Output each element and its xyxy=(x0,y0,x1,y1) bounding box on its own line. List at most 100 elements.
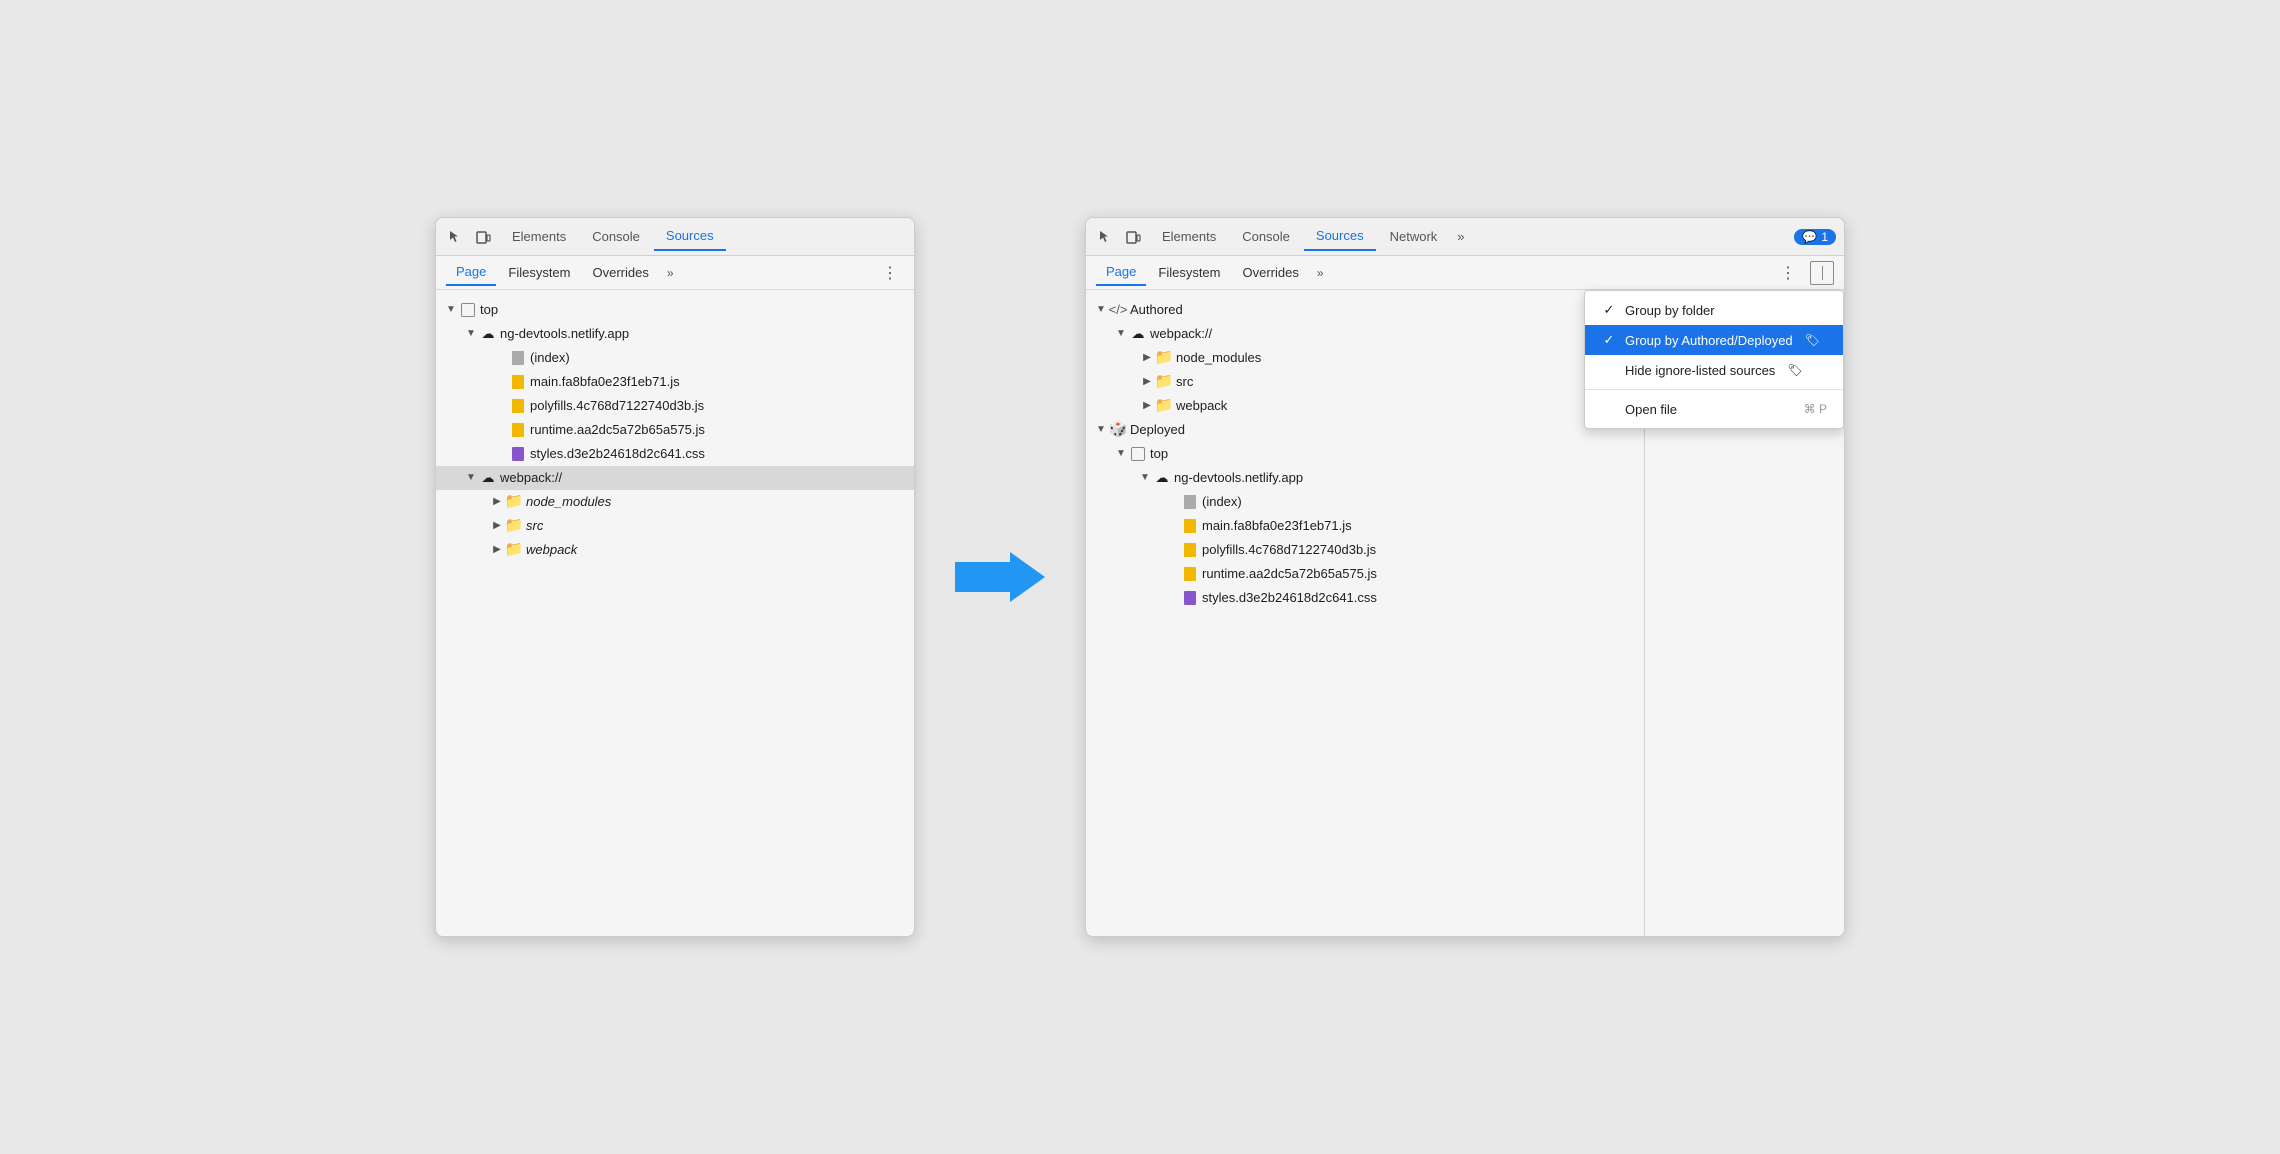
left-sub-tab-bar: Page Filesystem Overrides » ⋮ xyxy=(436,256,914,290)
right-sub-tab-more-icon[interactable]: » xyxy=(1311,262,1330,284)
menu-group-by-authored[interactable]: ✓ Group by Authored/Deployed 🏷 xyxy=(1585,325,1843,355)
menu-open-file[interactable]: ✓ Open file ⌘ P xyxy=(1585,394,1843,424)
label-right-polyfills: polyfills.4c768d7122740d3b.js xyxy=(1202,540,1376,560)
right-tree-webpack[interactable]: ☁ webpack:// xyxy=(1086,322,1644,346)
panel-layout-icon[interactable] xyxy=(1810,261,1834,285)
tree-item-webpack-folder[interactable]: 📁 webpack xyxy=(436,538,914,562)
right-tree-index[interactable]: (index) xyxy=(1086,490,1644,514)
right-tree-top[interactable]: top xyxy=(1086,442,1644,466)
right-sub-tab-overrides[interactable]: Overrides xyxy=(1233,260,1309,285)
menu-hide-ignore[interactable]: ✓ Hide ignore-listed sources 🏷 xyxy=(1585,355,1843,385)
code-icon-authored: </> xyxy=(1110,302,1126,318)
label-node-modules: node_modules xyxy=(526,492,611,512)
right-tree-polyfills[interactable]: polyfills.4c768d7122740d3b.js xyxy=(1086,538,1644,562)
label-styles: styles.d3e2b24618d2c641.css xyxy=(530,444,705,464)
sub-tab-filesystem[interactable]: Filesystem xyxy=(498,260,580,285)
sub-tab-more-icon[interactable]: » xyxy=(661,262,680,284)
right-tree-netlify[interactable]: ☁ ng-devtools.netlify.app xyxy=(1086,466,1644,490)
cloud-icon-right-webpack: ☁ xyxy=(1130,326,1146,342)
arrow-top xyxy=(444,303,458,317)
folder-icon-right-webpack: 📁 xyxy=(1156,398,1172,414)
cloud-icon-webpack: ☁ xyxy=(480,470,496,486)
label-right-netlify: ng-devtools.netlify.app xyxy=(1174,468,1303,488)
right-tab-elements[interactable]: Elements xyxy=(1150,223,1228,250)
file-icon-main xyxy=(510,374,526,390)
right-tree-authored[interactable]: </> Authored xyxy=(1086,298,1644,322)
label-right-webpack: webpack:// xyxy=(1150,324,1212,344)
main-container: Elements Console Sources Page Filesystem… xyxy=(435,217,1845,937)
label-index: (index) xyxy=(530,348,570,368)
right-sub-tab-page[interactable]: Page xyxy=(1096,259,1146,286)
arrow-between-panels xyxy=(955,547,1045,607)
file-icon-right-index xyxy=(1182,494,1198,510)
menu-label-group-folder: Group by folder xyxy=(1625,303,1715,318)
right-tree-panel: </> Authored ☁ webpack:// 📁 node_modules xyxy=(1086,290,1644,936)
right-tree-runtime[interactable]: runtime.aa2dc5a72b65a575.js xyxy=(1086,562,1644,586)
tree-item-styles[interactable]: styles.d3e2b24618d2c641.css xyxy=(436,442,914,466)
right-tab-console[interactable]: Console xyxy=(1230,223,1302,250)
warn-icon-authored: 🏷 xyxy=(1805,333,1820,347)
tree-item-polyfills[interactable]: polyfills.4c768d7122740d3b.js xyxy=(436,394,914,418)
inspect-icon[interactable] xyxy=(444,226,466,248)
arrow-webpack xyxy=(464,471,478,485)
right-tree-main[interactable]: main.fa8bfa0e23f1eb71.js xyxy=(1086,514,1644,538)
label-authored: Authored xyxy=(1130,300,1183,320)
right-device-icon[interactable] xyxy=(1122,226,1144,248)
cube-icon-deployed: 🎲 xyxy=(1110,422,1126,438)
tree-item-webpack[interactable]: ☁ webpack:// xyxy=(436,466,914,490)
right-inspect-icon[interactable] xyxy=(1094,226,1116,248)
folder-icon-right-src: 📁 xyxy=(1156,374,1172,390)
label-polyfills: polyfills.4c768d7122740d3b.js xyxy=(530,396,704,416)
arrow-deployed xyxy=(1094,423,1108,437)
arrow-node-modules xyxy=(490,495,504,509)
right-tree-webpack-folder[interactable]: 📁 webpack xyxy=(1086,394,1644,418)
tree-item-runtime[interactable]: runtime.aa2dc5a72b65a575.js xyxy=(436,418,914,442)
tab-sources[interactable]: Sources xyxy=(654,222,726,251)
right-tree-node-modules[interactable]: 📁 node_modules xyxy=(1086,346,1644,370)
right-tab-more[interactable]: » xyxy=(1451,225,1470,248)
arrow-right-src xyxy=(1140,375,1154,389)
tree-item-netlify[interactable]: ☁ ng-devtools.netlify.app xyxy=(436,322,914,346)
label-webpack-folder: webpack xyxy=(526,540,577,560)
tree-item-main[interactable]: main.fa8bfa0e23f1eb71.js xyxy=(436,370,914,394)
sub-tab-page[interactable]: Page xyxy=(446,259,496,286)
tab-console[interactable]: Console xyxy=(580,223,652,250)
file-icon-polyfills xyxy=(510,398,526,414)
file-icon-right-polyfills xyxy=(1182,542,1198,558)
sub-tab-overrides[interactable]: Overrides xyxy=(583,260,659,285)
arrow-webpack-folder xyxy=(490,543,504,557)
arrow-right-webpack xyxy=(1114,327,1128,341)
sub-tab-menu-button[interactable]: ⋮ xyxy=(876,261,904,285)
right-tab-network[interactable]: Network xyxy=(1378,223,1450,250)
tree-item-src[interactable]: 📁 src xyxy=(436,514,914,538)
right-tab-bar: Elements Console Sources Network » 💬 1 xyxy=(1086,218,1844,256)
right-sub-tab-bar: Page Filesystem Overrides » ⋮ ✓ Group by… xyxy=(1086,256,1844,290)
check-group-authored: ✓ xyxy=(1601,332,1617,348)
right-tree-deployed[interactable]: 🎲 Deployed xyxy=(1086,418,1644,442)
right-tab-sources[interactable]: Sources xyxy=(1304,222,1376,251)
tree-item-index[interactable]: (index) xyxy=(436,346,914,370)
folder-icon-src: 📁 xyxy=(506,518,522,534)
arrow-src xyxy=(490,519,504,533)
left-tree-content: top ☁ ng-devtools.netlify.app (index) xyxy=(436,290,914,936)
device-icon[interactable] xyxy=(472,226,494,248)
menu-group-by-folder[interactable]: ✓ Group by folder xyxy=(1585,295,1843,325)
menu-label-hide-ignore: Hide ignore-listed sources xyxy=(1625,363,1775,378)
box-icon-top xyxy=(460,302,476,318)
chat-icon: 💬 xyxy=(1802,230,1817,244)
box-icon-right-top xyxy=(1130,446,1146,462)
tree-item-top[interactable]: top xyxy=(436,298,914,322)
right-tree-styles[interactable]: styles.d3e2b24618d2c641.css xyxy=(1086,586,1644,610)
tab-elements[interactable]: Elements xyxy=(500,223,578,250)
arrow-right-webpack-folder xyxy=(1140,399,1154,413)
folder-icon-webpack: 📁 xyxy=(506,542,522,558)
check-group-folder: ✓ xyxy=(1601,302,1617,318)
arrow-right-node-modules xyxy=(1140,351,1154,365)
label-webpack: webpack:// xyxy=(500,468,562,488)
right-sub-tab-menu-button[interactable]: ⋮ xyxy=(1774,261,1802,285)
right-sub-tab-filesystem[interactable]: Filesystem xyxy=(1148,260,1230,285)
label-right-top: top xyxy=(1150,444,1168,464)
right-tree-src[interactable]: 📁 src xyxy=(1086,370,1644,394)
right-devtools-panel: Elements Console Sources Network » 💬 1 P… xyxy=(1085,217,1845,937)
tree-item-node-modules[interactable]: 📁 node_modules xyxy=(436,490,914,514)
